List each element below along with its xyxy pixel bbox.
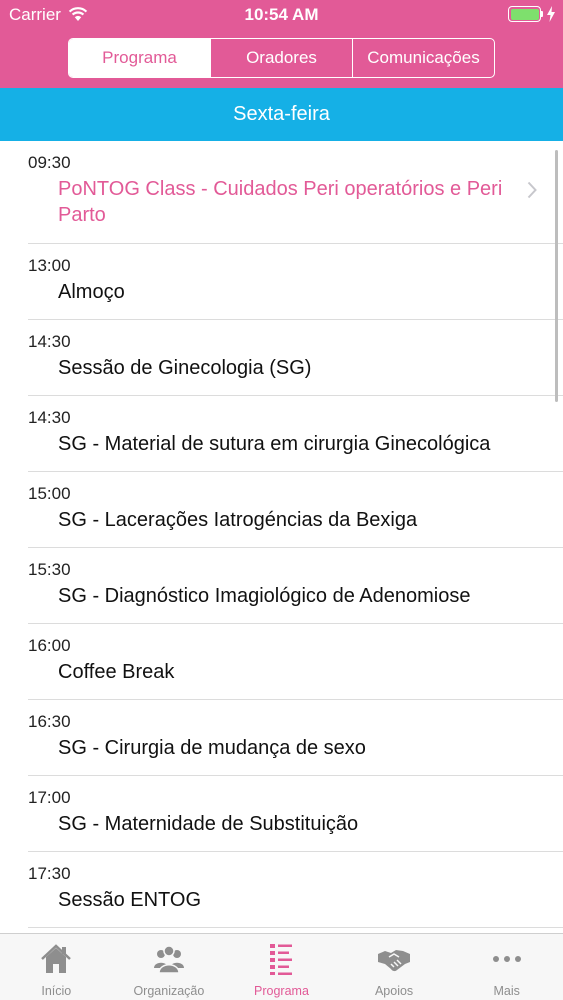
item-time: 17:00	[28, 788, 71, 807]
charging-bolt-icon	[547, 6, 555, 22]
status-time: 10:54 AM	[244, 5, 319, 24]
item-time: 16:00	[28, 636, 71, 655]
home-icon	[41, 944, 72, 973]
schedule-list[interactable]: 09:30 PoNTOG Class - Cuidados Peri opera…	[0, 141, 563, 933]
schedule-item[interactable]: 17:30 Sessão ENTOG	[28, 852, 563, 928]
day-header: Sexta-feira	[0, 88, 563, 141]
battery-tip	[541, 11, 543, 17]
scrollbar[interactable]	[555, 150, 558, 402]
item-title: SG - Maternidade de Substituição	[58, 813, 359, 835]
item-time: 13:00	[28, 256, 71, 275]
schedule-item[interactable]: 15:30 SG - Diagnóstico Imagiológico de A…	[28, 548, 563, 624]
people-icon	[153, 945, 184, 974]
item-title: SG - Diagnóstico Imagiológico de Adenomi…	[58, 585, 471, 607]
item-title: SG - Cirurgia de mudança de sexo	[58, 737, 366, 759]
item-title: Almoço	[58, 281, 125, 303]
tab-mais[interactable]: Mais	[450, 934, 563, 1000]
item-title: PoNTOG Class - Cuidados Peri operatórios…	[58, 178, 503, 226]
item-title: SG - Material de sutura em cirurgia Gine…	[58, 433, 491, 455]
item-time: 14:30	[28, 332, 71, 351]
item-time: 09:30	[28, 153, 71, 172]
chevron-right-icon	[527, 181, 537, 199]
tab-apoios[interactable]: Apoios	[338, 934, 451, 1000]
tab-organizacao[interactable]: Organização	[113, 934, 226, 1000]
schedule-item[interactable]: 14:30 Sessão de Ginecologia (SG)	[28, 320, 563, 396]
item-time: 16:30	[28, 712, 71, 731]
item-title: Coffee Break	[58, 661, 175, 683]
schedule-item[interactable]: 14:30 SG - Material de sutura em cirurgi…	[28, 396, 563, 472]
segment-programa[interactable]: Programa	[69, 39, 210, 77]
status-bar: Carrier 10:54 AM	[0, 0, 563, 30]
segment-comunicacoes[interactable]: Comunicações	[352, 39, 494, 77]
item-time: 15:30	[28, 560, 71, 579]
tab-inicio[interactable]: Início	[0, 934, 113, 1000]
schedule-item[interactable]: 15:00 SG - Lacerações Iatrogéncias da Be…	[28, 472, 563, 548]
more-icon	[492, 956, 521, 962]
item-time: 15:00	[28, 484, 71, 503]
program-list-icon	[270, 944, 293, 975]
battery-icon	[508, 6, 541, 22]
tab-label: Início	[41, 984, 72, 998]
item-time: 17:30	[28, 864, 71, 883]
tab-label: Organização	[133, 984, 205, 998]
app-header: Carrier 10:54 AM Programa Oradores Comun…	[0, 0, 563, 88]
tab-bar: Início Organização Programa Apoios Mais	[0, 933, 563, 1000]
schedule-item[interactable]: 16:30 SG - Cirurgia de mudança de sexo	[28, 700, 563, 776]
schedule-item[interactable]: 17:00 SG - Maternidade de Substituição	[28, 776, 563, 852]
tab-programa[interactable]: Programa	[225, 934, 338, 1000]
tab-label: Apoios	[374, 984, 414, 998]
schedule-item[interactable]: 13:00 Almoço	[28, 244, 563, 320]
tab-label: Mais	[493, 984, 520, 998]
handshake-icon	[378, 950, 411, 972]
item-title: SG - Lacerações Iatrogéncias da Bexiga	[58, 509, 418, 531]
item-title: Sessão de Ginecologia (SG)	[58, 357, 312, 379]
schedule-item[interactable]: 09:30 PoNTOG Class - Cuidados Peri opera…	[28, 141, 563, 244]
segment-oradores[interactable]: Oradores	[210, 39, 352, 77]
item-title: Sessão ENTOG	[58, 889, 202, 911]
item-time: 14:30	[28, 408, 71, 427]
segmented-control: Programa Oradores Comunicações	[68, 38, 495, 78]
schedule-item[interactable]: 16:00 Coffee Break	[28, 624, 563, 700]
tab-label: Programa	[254, 984, 309, 998]
